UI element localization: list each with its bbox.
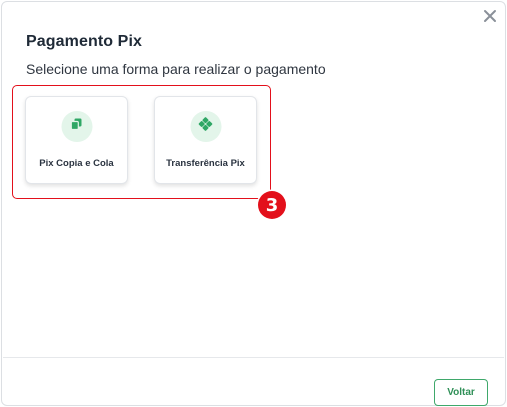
option-transferencia-pix[interactable]: Transferência Pix (154, 96, 257, 184)
close-icon[interactable] (481, 7, 499, 25)
copy-icon (70, 117, 84, 136)
modal-subtitle: Selecione uma forma para realizar o paga… (26, 61, 326, 77)
option-pix-copia-e-cola[interactable]: Pix Copia e Cola (25, 96, 128, 184)
modal-title: Pagamento Pix (26, 33, 143, 50)
option-label: Transferência Pix (166, 158, 245, 169)
option-label: Pix Copia e Cola (39, 158, 114, 169)
footer-divider (3, 357, 504, 358)
copy-icon-circle (61, 111, 92, 142)
pix-icon (198, 117, 213, 136)
pix-payment-modal: Pagamento Pix Selecione uma forma para r… (1, 1, 506, 406)
pix-icon-circle (190, 111, 221, 142)
step-number-badge: 3 (258, 191, 286, 219)
back-button[interactable]: Voltar (434, 379, 488, 406)
